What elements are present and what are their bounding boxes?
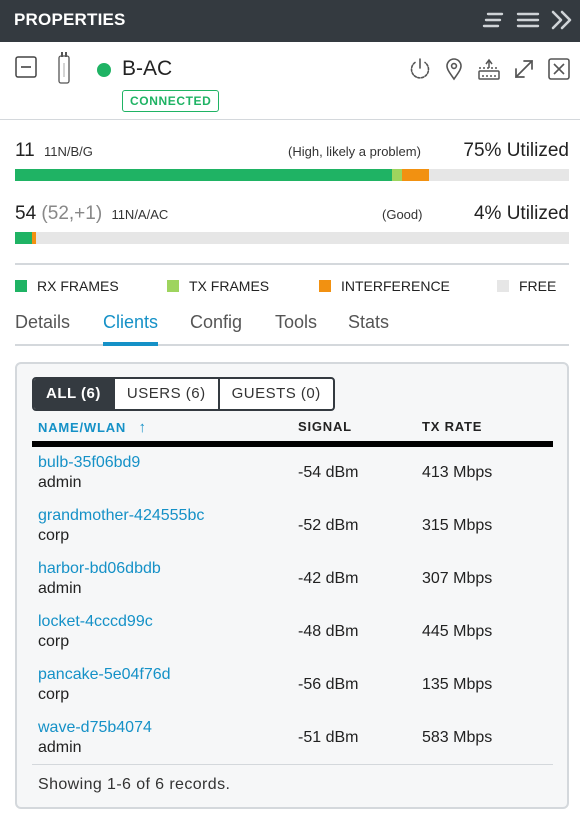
- column-header-signal[interactable]: SIGNAL: [298, 419, 352, 434]
- menu-icon[interactable]: [516, 9, 540, 31]
- power-icon[interactable]: [407, 56, 433, 82]
- legend-interference: INTERFERENCE: [319, 278, 450, 296]
- client-signal: -54 dBm: [298, 464, 359, 481]
- location-pin-icon[interactable]: [441, 56, 467, 82]
- rx-frames-segment: [15, 232, 32, 244]
- sort-ascending-icon: ↑: [138, 419, 147, 436]
- legend-label: INTERFERENCE: [341, 278, 450, 294]
- rx-frames-segment: [15, 169, 392, 181]
- client-signal: -42 dBm: [298, 570, 359, 587]
- tab-clients[interactable]: Clients: [103, 312, 159, 346]
- client-signal: -56 dBm: [298, 676, 359, 693]
- legend-tx: TX FRAMES: [167, 278, 269, 296]
- divider: [15, 263, 569, 265]
- header-rule: [32, 441, 553, 447]
- client-wlan: corp: [38, 633, 70, 650]
- client-wlan: corp: [38, 686, 70, 703]
- access-point-icon: [55, 51, 73, 85]
- radio-channel: 54 (52,+1) 11N/A/AC: [15, 203, 168, 225]
- tab-tools[interactable]: Tools: [275, 312, 317, 346]
- filter-guests-button[interactable]: GUESTS (0): [217, 379, 333, 409]
- client-name-link[interactable]: harbor-bd06dbdb: [38, 560, 161, 578]
- radio-na: 54 (52,+1) 11N/A/AC (Good) 4% Utilized: [15, 203, 569, 248]
- tab-config[interactable]: Config: [190, 312, 242, 346]
- utilization-bar: [15, 232, 569, 244]
- client-name-link[interactable]: pancake-5e04f76d: [38, 666, 171, 684]
- filter-all-button[interactable]: ALL (6): [34, 379, 113, 409]
- records-summary: Showing 1-6 of 6 records.: [38, 776, 231, 793]
- legend-free: FREE: [497, 278, 556, 296]
- clients-panel: ALL (6) USERS (6) GUESTS (0) NAME/WLAN ↑…: [15, 362, 569, 809]
- client-name-link[interactable]: wave-d75b4074: [38, 719, 152, 737]
- client-tx-rate: 315 Mbps: [422, 517, 493, 534]
- radio-mode: 11N/B/G: [44, 144, 93, 159]
- legend-swatch: [319, 280, 331, 292]
- radio-utilization: 4% Utilized: [473, 203, 569, 224]
- radio-status: (Good): [382, 207, 423, 222]
- legend-label: FREE: [519, 278, 557, 294]
- footer-divider: [32, 764, 553, 765]
- interference-segment: [401, 169, 430, 181]
- radio-status: (High, likely a problem): [288, 144, 421, 159]
- device-summary: B-AC CONNECTED: [0, 42, 580, 120]
- client-wlan: corp: [38, 527, 70, 544]
- list-filter-icon[interactable]: [481, 9, 505, 31]
- network-switch-icon[interactable]: [476, 56, 502, 82]
- client-filter: ALL (6) USERS (6) GUESTS (0): [32, 377, 335, 411]
- expand-icon[interactable]: [511, 56, 537, 82]
- radio-utilization: 75% Utilized: [463, 140, 569, 161]
- legend-label: RX FRAMES: [37, 278, 119, 294]
- table-row[interactable]: pancake-5e04f76d corp -56 dBm 135 Mbps: [32, 660, 553, 713]
- client-signal: -51 dBm: [298, 729, 359, 746]
- interference-segment: [31, 232, 37, 244]
- tab-stats[interactable]: Stats: [348, 312, 389, 346]
- client-name-link[interactable]: locket-4cccd99c: [38, 613, 153, 631]
- client-tx-rate: 135 Mbps: [422, 676, 493, 693]
- double-chevron-right-icon[interactable]: [550, 9, 574, 31]
- legend-label: TX FRAMES: [189, 278, 270, 294]
- client-wlan: admin: [38, 739, 82, 756]
- table-row[interactable]: locket-4cccd99c corp -48 dBm 445 Mbps: [32, 607, 553, 660]
- tx-frames-segment: [391, 169, 402, 181]
- column-header-label: NAME/WLAN: [38, 420, 127, 435]
- client-signal: -52 dBm: [298, 517, 359, 534]
- device-name: B-AC: [122, 57, 173, 80]
- properties-tabs: Details Clients Config Tools Stats: [15, 312, 569, 346]
- client-name-link[interactable]: bulb-35f06bd9: [38, 454, 140, 472]
- column-header-tx-rate[interactable]: TX RATE: [422, 419, 482, 434]
- client-tx-rate: 413 Mbps: [422, 464, 493, 481]
- panel-title: PROPERTIES: [14, 10, 126, 29]
- client-tx-rate: 307 Mbps: [422, 570, 493, 587]
- client-tx-rate: 445 Mbps: [422, 623, 493, 640]
- legend-swatch: [15, 280, 27, 292]
- properties-header: PROPERTIES: [0, 0, 580, 42]
- collapse-icon[interactable]: [15, 56, 37, 78]
- channel-number: 54: [15, 203, 37, 224]
- status-dot: [97, 63, 111, 77]
- close-icon[interactable]: [546, 56, 572, 82]
- legend-swatch: [167, 280, 179, 292]
- tab-details[interactable]: Details: [15, 312, 70, 346]
- channel-extension: (52,+1): [41, 203, 103, 224]
- utilization-bar: [15, 169, 569, 181]
- client-signal: -48 dBm: [298, 623, 359, 640]
- legend-swatch: [497, 280, 509, 292]
- channel-number: 11: [15, 140, 35, 161]
- table-row[interactable]: bulb-35f06bd9 admin -54 dBm 413 Mbps: [32, 448, 553, 501]
- table-row[interactable]: grandmother-424555bc corp -52 dBm 315 Mb…: [32, 501, 553, 554]
- table-row[interactable]: wave-d75b4074 admin -51 dBm 583 Mbps: [32, 713, 553, 766]
- radio-channel: 11 11N/B/G: [15, 140, 93, 162]
- client-wlan: admin: [38, 474, 82, 491]
- radio-ng: 11 11N/B/G (High, likely a problem) 75% …: [15, 140, 569, 185]
- legend-rx: RX FRAMES: [15, 278, 119, 296]
- client-tx-rate: 583 Mbps: [422, 729, 493, 746]
- filter-users-button[interactable]: USERS (6): [112, 379, 218, 409]
- client-wlan: admin: [38, 580, 82, 597]
- radio-mode: 11N/A/AC: [111, 207, 169, 222]
- table-row[interactable]: harbor-bd06dbdb admin -42 dBm 307 Mbps: [32, 554, 553, 607]
- column-header-name[interactable]: NAME/WLAN ↑: [38, 419, 147, 436]
- client-name-link[interactable]: grandmother-424555bc: [38, 507, 204, 525]
- utilization-legend: RX FRAMES TX FRAMES INTERFERENCE FREE: [15, 278, 569, 296]
- status-badge: CONNECTED: [122, 90, 220, 112]
